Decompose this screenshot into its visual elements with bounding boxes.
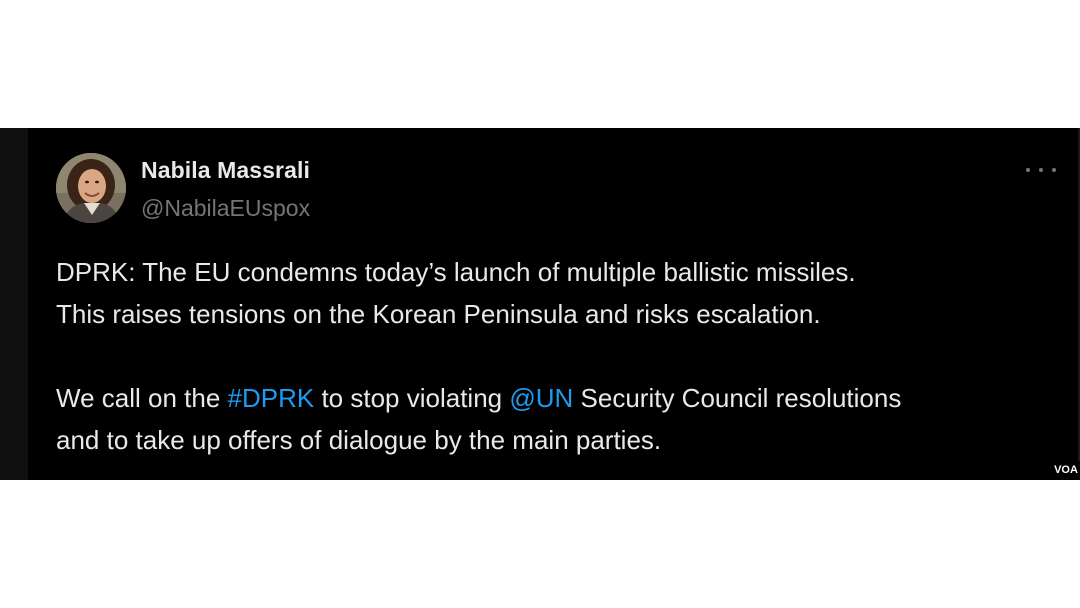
more-icon-dot <box>1052 168 1056 172</box>
tweet-text-segment: Security Council resolutions <box>573 383 902 413</box>
page: Nabila Massrali @NabilaEUspox DPRK: The … <box>0 0 1080 608</box>
tweet-card: Nabila Massrali @NabilaEUspox DPRK: The … <box>0 128 1080 480</box>
more-options-button[interactable] <box>1026 160 1056 180</box>
hashtag-link[interactable]: #DPRK <box>228 383 315 413</box>
tweet-line: and to take up offers of dialogue by the… <box>56 425 662 455</box>
author-handle[interactable]: @NabilaEUspox <box>141 195 310 222</box>
more-icon-dot <box>1026 168 1030 172</box>
tweet-line: DPRK: The EU condemns today’s launch of … <box>56 257 856 287</box>
tweet-text-segment: We call on the <box>56 383 228 413</box>
voa-watermark: VOA <box>1052 461 1080 480</box>
tweet-line: This raises tensions on the Korean Penin… <box>56 299 821 329</box>
more-icon-dot <box>1039 168 1043 172</box>
mention-link[interactable]: @UN <box>509 383 573 413</box>
avatar-photo-icon <box>56 153 126 223</box>
tweet-line: We call on the #DPRK to stop violating @… <box>56 377 901 419</box>
tweet-paragraph-1: DPRK: The EU condemns today’s launch of … <box>56 251 856 335</box>
tweet-paragraph-2: We call on the #DPRK to stop violating @… <box>56 377 901 461</box>
avatar[interactable] <box>56 153 126 223</box>
author-display-name[interactable]: Nabila Massrali <box>141 157 310 184</box>
tweet-text-segment: to stop violating <box>314 383 510 413</box>
